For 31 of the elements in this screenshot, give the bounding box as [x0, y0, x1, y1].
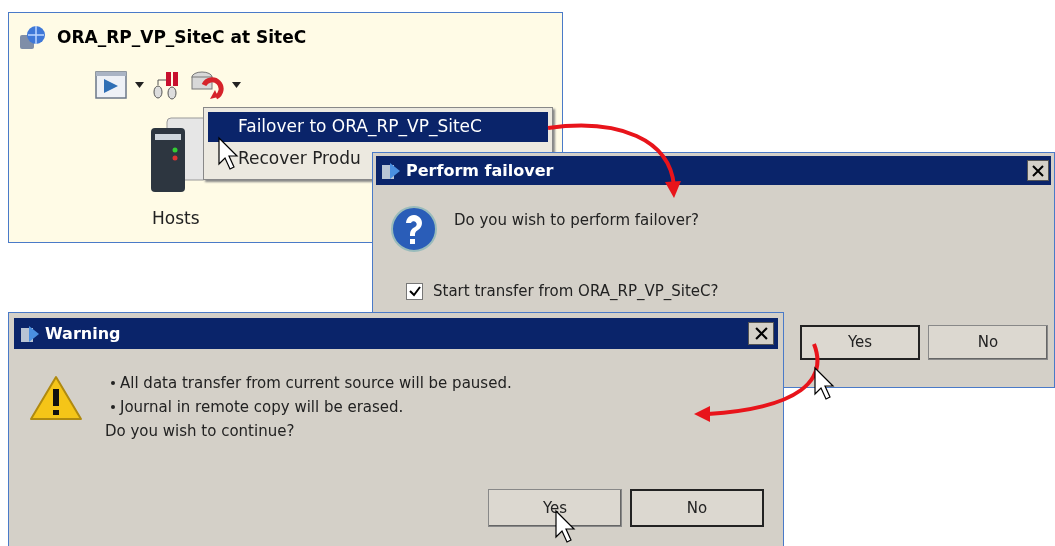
dialog-title: Perform failover: [406, 159, 554, 182]
hosts-label: Hosts: [152, 207, 200, 230]
dialog-message: Do you wish to continue?: [105, 421, 296, 442]
dropdown-caret-icon[interactable]: [232, 82, 241, 88]
dialog-message: Do you wish to perform failover?: [454, 210, 700, 231]
dialog-button[interactable]: Yes: [800, 324, 920, 360]
app-icon: [380, 160, 402, 181]
play-window-icon[interactable]: [95, 71, 127, 99]
warning-icon: [29, 375, 83, 421]
dialog-button[interactable]: No: [928, 324, 1048, 360]
checkbox-label: Start transfer from ORA_RP_VP_SiteC?: [433, 281, 719, 302]
check-icon: [408, 285, 421, 297]
bullet-item: Journal in remote copy will be erased.: [105, 395, 512, 419]
dialog-button[interactable]: Yes: [488, 489, 622, 527]
mouse-pointer-icon: [218, 136, 239, 170]
close-button[interactable]: [1027, 160, 1049, 181]
menu-item[interactable]: Failover to ORA_RP_VP_SiteC: [208, 112, 548, 142]
checkbox[interactable]: [406, 282, 423, 300]
dialog-title: Warning: [45, 322, 121, 345]
dialog-button[interactable]: No: [630, 489, 764, 527]
console-title: ORA_RP_VP_SiteC at SiteC: [57, 26, 307, 50]
question-icon: [390, 205, 438, 253]
close-icon: [1032, 164, 1044, 177]
app-icon: [19, 323, 41, 344]
close-icon: [754, 327, 768, 340]
database-refresh-icon[interactable]: [190, 69, 224, 101]
bullet-item: All data transfer from current source will be paused.: [105, 371, 512, 395]
mouse-pointer-icon: [814, 366, 835, 400]
dropdown-caret-icon[interactable]: [135, 82, 144, 88]
globe-server-icon: [19, 25, 47, 51]
close-button[interactable]: [748, 322, 774, 345]
